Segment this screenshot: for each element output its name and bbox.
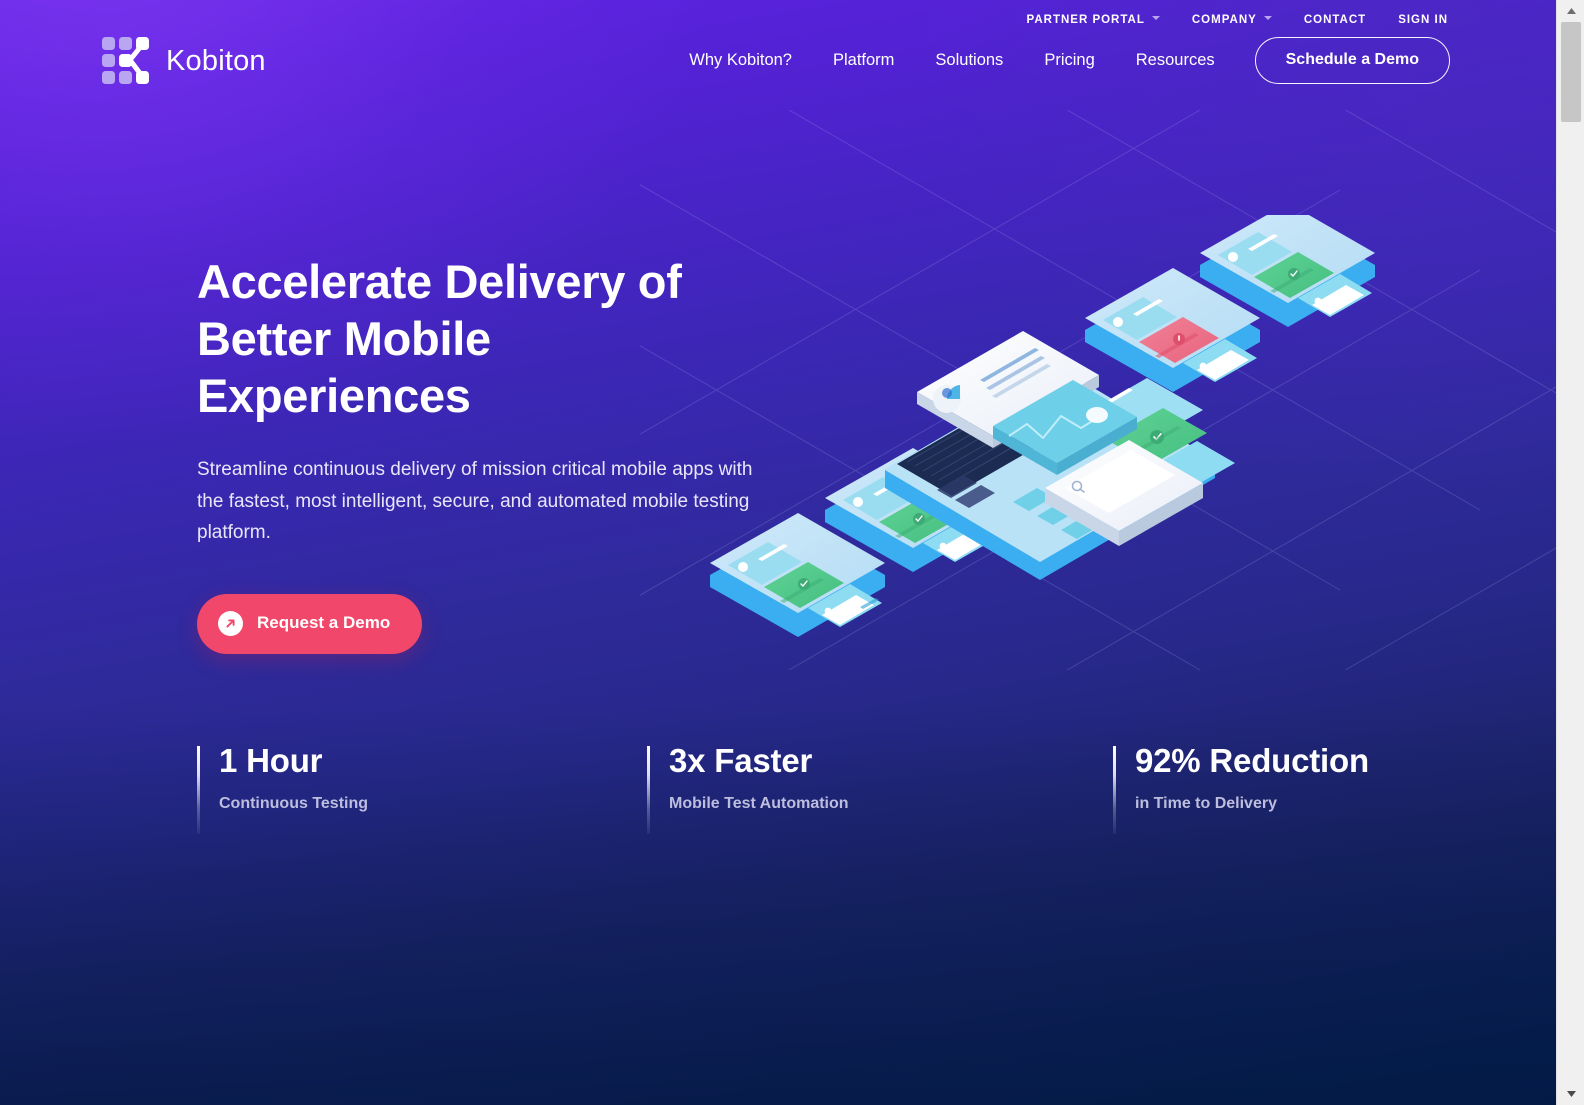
nav-item-why-kobiton[interactable]: Why Kobiton? [689, 51, 792, 70]
chevron-down-icon [1151, 16, 1160, 24]
stats-row: 1 Hour Continuous Testing 3x Faster Mobi… [197, 742, 1437, 834]
nav-item-resources[interactable]: Resources [1136, 51, 1215, 70]
stat-caption: Continuous Testing [219, 795, 369, 812]
request-demo-button[interactable]: Request a Demo [197, 593, 423, 654]
arrow-up-right-icon [218, 610, 243, 636]
utility-nav-item-partner-portal[interactable]: PARTNER PORTAL [1027, 14, 1160, 26]
page-scrollbar[interactable] [1556, 0, 1584, 1105]
hero-content: Accelerate Delivery of Better Mobile Exp… [197, 253, 817, 654]
scroll-down-arrow-icon[interactable] [1557, 1083, 1584, 1105]
heading-line-3: Experiences [197, 369, 471, 422]
utility-nav-item-company[interactable]: COMPANY [1192, 14, 1272, 26]
schedule-demo-button[interactable]: Schedule a Demo [1254, 36, 1450, 84]
browser-viewport: Kobiton PARTNER PORTAL COMPANY CONTACT S… [0, 0, 1584, 1105]
stat-value: 3x Faster [669, 742, 813, 779]
page-hero-section: Kobiton PARTNER PORTAL COMPANY CONTACT S… [0, 0, 1556, 1105]
nav-item-platform[interactable]: Platform [833, 51, 894, 70]
stat-item-continuous-testing: 1 Hour Continuous Testing [197, 742, 647, 834]
utility-nav-label: COMPANY [1191, 14, 1257, 26]
utility-nav-item-sign-in[interactable]: SIGN IN [1398, 14, 1448, 26]
hero-subheading: Streamline continuous delivery of missio… [197, 459, 753, 543]
page-title: Accelerate Delivery of Better Mobile Exp… [197, 253, 817, 424]
scroll-up-arrow-icon[interactable] [1557, 0, 1584, 22]
stat-divider [1113, 746, 1116, 834]
utility-nav-label: SIGN IN [1398, 14, 1448, 26]
heading-line-1: Accelerate Delivery of [197, 255, 682, 308]
stat-item-mobile-test-automation: 3x Faster Mobile Test Automation [647, 742, 1113, 834]
heading-line-2: Better Mobile [197, 312, 491, 365]
stat-value: 92% Reduction [1135, 742, 1369, 779]
request-demo-label: Request a Demo [257, 613, 391, 632]
main-nav: Why Kobiton? Platform Solutions Pricing … [0, 33, 1556, 87]
stat-caption: in Time to Delivery [1135, 795, 1277, 812]
stat-value: 1 Hour [219, 742, 323, 779]
chevron-down-icon [1263, 16, 1272, 24]
scroll-thumb[interactable] [1561, 22, 1581, 122]
utility-nav-label: PARTNER PORTAL [1026, 14, 1145, 26]
stat-divider [197, 746, 200, 834]
stat-item-time-to-delivery: 92% Reduction in Time to Delivery [1113, 742, 1433, 834]
nav-item-solutions[interactable]: Solutions [935, 51, 1003, 70]
utility-nav-label: CONTACT [1303, 14, 1367, 26]
nav-item-pricing[interactable]: Pricing [1044, 51, 1094, 70]
utility-nav-item-contact[interactable]: CONTACT [1304, 14, 1366, 26]
stat-caption: Mobile Test Automation [669, 795, 849, 812]
stat-divider [647, 746, 650, 834]
